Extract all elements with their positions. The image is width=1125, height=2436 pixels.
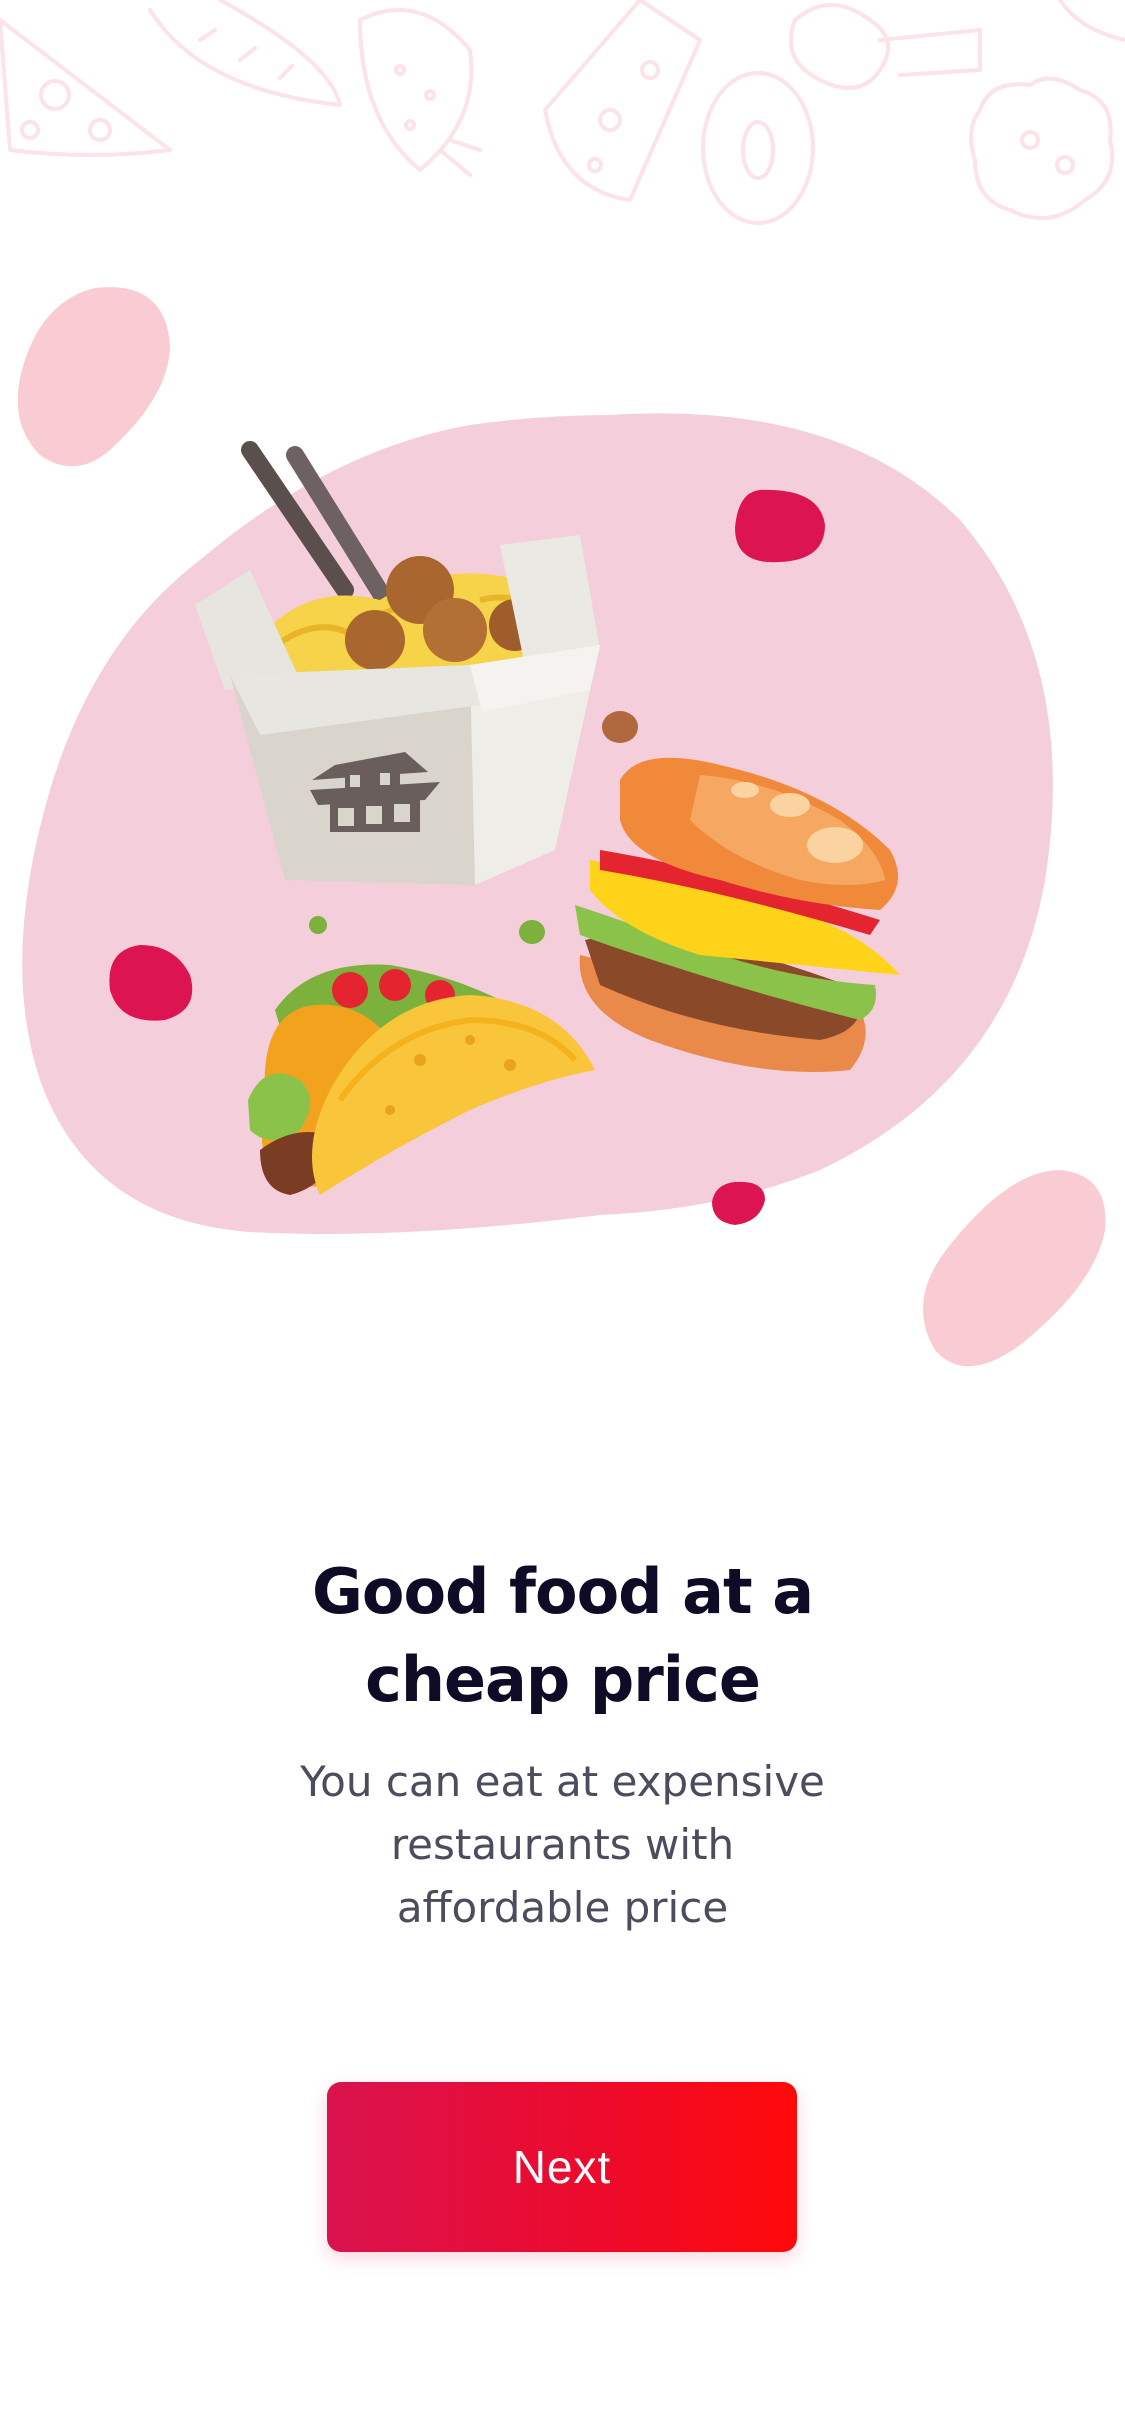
onboarding-description: You can eat at expensive restaurants wit… <box>0 1750 1125 1939</box>
description-line: affordable price <box>396 1883 729 1932</box>
cauliflower-doodle-icon <box>969 76 1115 220</box>
carrot-doodle-icon <box>148 0 342 107</box>
description-line: restaurants with <box>390 1820 735 1869</box>
pizza-doodle-icon <box>0 18 172 157</box>
title-line: Good food at a <box>311 1555 814 1628</box>
fast-food-illustration <box>0 270 1125 1390</box>
accent-blob <box>712 1181 765 1225</box>
broccoli-doodle-icon <box>789 3 982 90</box>
description-line: You can eat at expensive <box>300 1757 825 1806</box>
donut-doodle-icon <box>701 71 815 225</box>
next-button-label: Next <box>512 2141 612 2193</box>
next-button[interactable]: Next <box>327 2082 797 2252</box>
decorative-blob-top-left <box>17 287 170 467</box>
title-line: cheap price <box>365 1643 761 1716</box>
onboarding-title: Good food at a cheap price <box>0 1548 1125 1724</box>
food-doodle-pattern <box>0 0 1125 250</box>
cheese-doodle-icon <box>543 0 702 202</box>
strawberry-doodle-icon <box>358 8 482 177</box>
decorative-blob-bottom-right <box>923 1170 1106 1367</box>
